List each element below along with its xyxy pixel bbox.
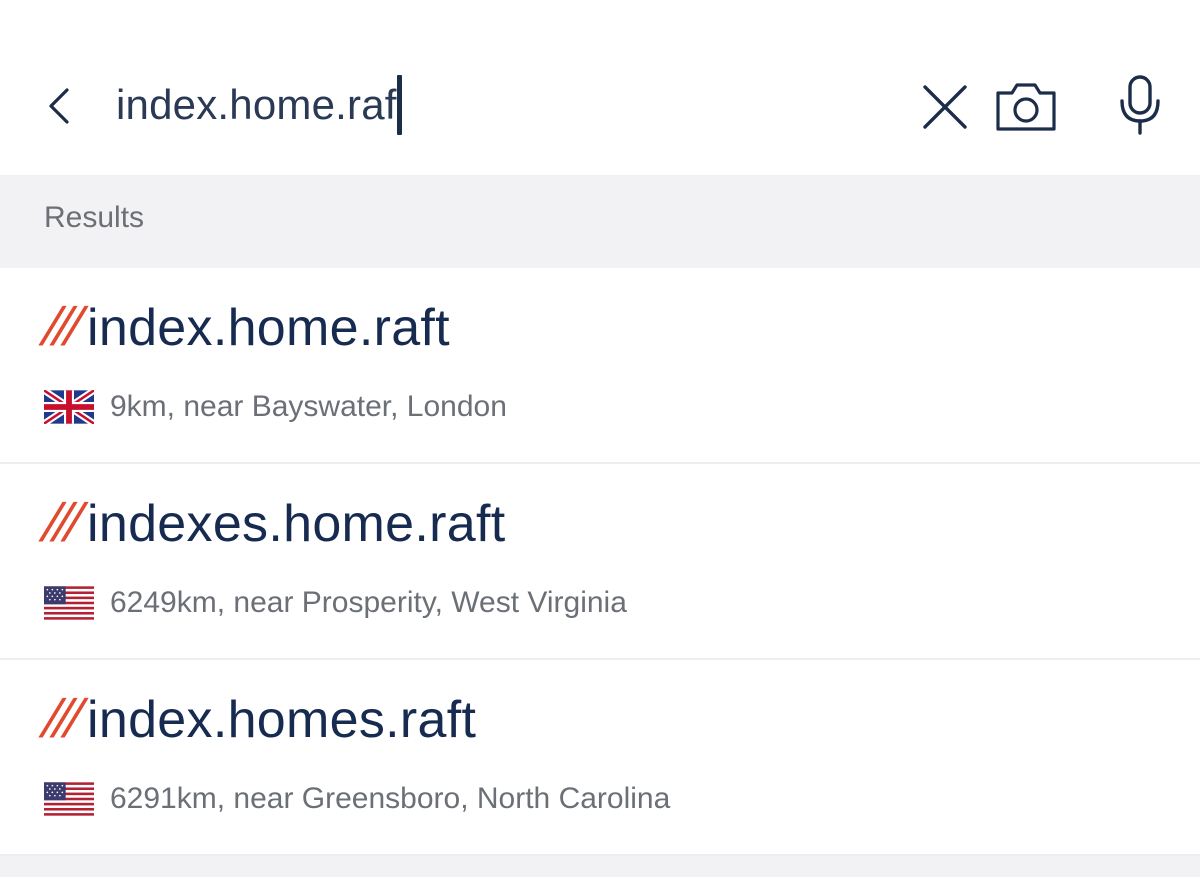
address-words: indexes.home.raft (87, 495, 506, 553)
microphone-button[interactable] (1112, 72, 1168, 138)
text-cursor (396, 75, 402, 135)
location-detail: 6291km, near Greensboro, North Carolina (110, 782, 671, 815)
microphone-icon (1120, 75, 1160, 135)
us-flag-icon (44, 782, 94, 816)
uk-flag-icon (44, 390, 94, 424)
location-line: 6249km, near Prosperity, West Virginia (44, 586, 627, 620)
chevron-left-icon (49, 88, 69, 124)
location-line: 9km, near Bayswater, London (44, 390, 507, 424)
location-detail: 6249km, near Prosperity, West Virginia (110, 586, 627, 619)
us-flag-icon (44, 586, 94, 620)
location-line: 6291km, near Greensboro, North Carolina (44, 782, 670, 816)
address-slashes: /// (39, 297, 82, 357)
results-list: /// index.home.raft 9km, near Bayswater,… (0, 268, 1200, 856)
result-item[interactable]: /// index.home.raft 9km, near Bayswater,… (0, 268, 1200, 464)
clear-button[interactable] (916, 78, 974, 136)
search-query-text[interactable]: index.home.raf (116, 81, 397, 129)
address-slashes: /// (39, 493, 82, 553)
search-screen: index.home.raf Results /// index.home.ra… (0, 0, 1200, 877)
back-button[interactable] (36, 78, 84, 134)
result-item[interactable]: /// index.homes.raft 6291km, near Greens… (0, 660, 1200, 856)
camera-button[interactable] (992, 76, 1060, 136)
location-detail: 9km, near Bayswater, London (110, 390, 507, 423)
close-icon (923, 85, 967, 129)
results-header-label: Results (44, 201, 145, 234)
results-header: Results (0, 175, 1200, 268)
address-line: /// index.home.raft (40, 296, 450, 358)
list-footer-divider (0, 856, 1200, 877)
address-line: /// indexes.home.raft (40, 492, 506, 554)
search-bar: index.home.raf (0, 0, 1200, 175)
search-input[interactable]: index.home.raf (116, 70, 402, 140)
result-item[interactable]: /// indexes.home.raft 6249km, near Prosp… (0, 464, 1200, 660)
address-words: index.homes.raft (87, 691, 477, 749)
address-line: /// index.homes.raft (40, 688, 477, 750)
address-slashes: /// (39, 689, 82, 749)
camera-icon (996, 83, 1056, 131)
address-words: index.home.raft (87, 299, 450, 357)
